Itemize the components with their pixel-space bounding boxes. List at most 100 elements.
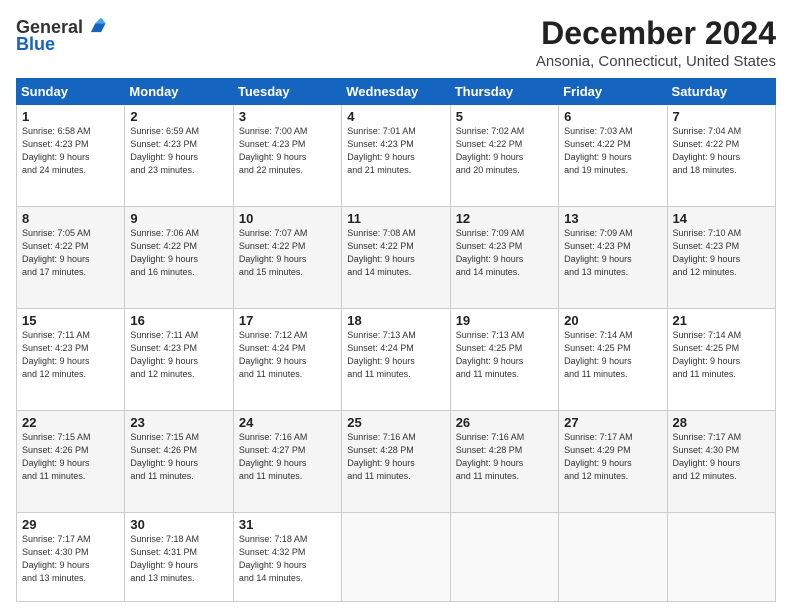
day-number: 12 [456,211,553,226]
day-number: 29 [22,517,119,532]
day-info: Sunrise: 7:11 AM Sunset: 4:23 PM Dayligh… [22,329,119,381]
day-info: Sunrise: 6:58 AM Sunset: 4:23 PM Dayligh… [22,125,119,177]
calendar-cell: 26Sunrise: 7:16 AM Sunset: 4:28 PM Dayli… [450,410,558,512]
calendar-cell: 1Sunrise: 6:58 AM Sunset: 4:23 PM Daylig… [17,105,125,207]
day-number: 16 [130,313,227,328]
calendar-day-header: Friday [559,79,667,105]
calendar-cell: 21Sunrise: 7:14 AM Sunset: 4:25 PM Dayli… [667,308,775,410]
day-info: Sunrise: 7:16 AM Sunset: 4:28 PM Dayligh… [347,431,444,483]
day-number: 2 [130,109,227,124]
header: General Blue December 2024 Ansonia, Conn… [16,16,776,70]
calendar-day-header: Saturday [667,79,775,105]
calendar-day-header: Thursday [450,79,558,105]
subtitle: Ansonia, Connecticut, United States [536,53,776,70]
day-number: 10 [239,211,336,226]
calendar-cell: 31Sunrise: 7:18 AM Sunset: 4:32 PM Dayli… [233,512,341,601]
day-info: Sunrise: 7:18 AM Sunset: 4:31 PM Dayligh… [130,533,227,585]
calendar-day-header: Sunday [17,79,125,105]
day-number: 21 [673,313,770,328]
day-number: 1 [22,109,119,124]
day-number: 27 [564,415,661,430]
calendar-cell: 22Sunrise: 7:15 AM Sunset: 4:26 PM Dayli… [17,410,125,512]
day-info: Sunrise: 7:08 AM Sunset: 4:22 PM Dayligh… [347,227,444,279]
calendar-cell: 8Sunrise: 7:05 AM Sunset: 4:22 PM Daylig… [17,207,125,309]
logo-blue: Blue [16,34,55,55]
day-info: Sunrise: 6:59 AM Sunset: 4:23 PM Dayligh… [130,125,227,177]
calendar-cell: 11Sunrise: 7:08 AM Sunset: 4:22 PM Dayli… [342,207,450,309]
day-info: Sunrise: 7:03 AM Sunset: 4:22 PM Dayligh… [564,125,661,177]
calendar-body: 1Sunrise: 6:58 AM Sunset: 4:23 PM Daylig… [17,105,776,602]
calendar-cell: 14Sunrise: 7:10 AM Sunset: 4:23 PM Dayli… [667,207,775,309]
day-number: 31 [239,517,336,532]
day-info: Sunrise: 7:00 AM Sunset: 4:23 PM Dayligh… [239,125,336,177]
logo-icon [85,16,107,38]
calendar-cell: 4Sunrise: 7:01 AM Sunset: 4:23 PM Daylig… [342,105,450,207]
day-number: 13 [564,211,661,226]
day-number: 19 [456,313,553,328]
day-number: 5 [456,109,553,124]
day-number: 14 [673,211,770,226]
day-info: Sunrise: 7:07 AM Sunset: 4:22 PM Dayligh… [239,227,336,279]
calendar-day-header: Monday [125,79,233,105]
calendar-cell: 9Sunrise: 7:06 AM Sunset: 4:22 PM Daylig… [125,207,233,309]
day-number: 20 [564,313,661,328]
day-number: 23 [130,415,227,430]
day-number: 25 [347,415,444,430]
day-info: Sunrise: 7:06 AM Sunset: 4:22 PM Dayligh… [130,227,227,279]
calendar-cell: 6Sunrise: 7:03 AM Sunset: 4:22 PM Daylig… [559,105,667,207]
calendar-cell: 15Sunrise: 7:11 AM Sunset: 4:23 PM Dayli… [17,308,125,410]
day-number: 8 [22,211,119,226]
page: General Blue December 2024 Ansonia, Conn… [0,0,792,612]
calendar-cell: 28Sunrise: 7:17 AM Sunset: 4:30 PM Dayli… [667,410,775,512]
day-info: Sunrise: 7:17 AM Sunset: 4:30 PM Dayligh… [673,431,770,483]
calendar-cell: 30Sunrise: 7:18 AM Sunset: 4:31 PM Dayli… [125,512,233,601]
calendar-cell: 29Sunrise: 7:17 AM Sunset: 4:30 PM Dayli… [17,512,125,601]
calendar-cell [342,512,450,601]
day-info: Sunrise: 7:10 AM Sunset: 4:23 PM Dayligh… [673,227,770,279]
day-info: Sunrise: 7:16 AM Sunset: 4:27 PM Dayligh… [239,431,336,483]
day-info: Sunrise: 7:17 AM Sunset: 4:30 PM Dayligh… [22,533,119,585]
day-info: Sunrise: 7:12 AM Sunset: 4:24 PM Dayligh… [239,329,336,381]
calendar-cell: 18Sunrise: 7:13 AM Sunset: 4:24 PM Dayli… [342,308,450,410]
calendar-cell: 17Sunrise: 7:12 AM Sunset: 4:24 PM Dayli… [233,308,341,410]
calendar-cell: 20Sunrise: 7:14 AM Sunset: 4:25 PM Dayli… [559,308,667,410]
day-info: Sunrise: 7:14 AM Sunset: 4:25 PM Dayligh… [564,329,661,381]
day-number: 6 [564,109,661,124]
day-info: Sunrise: 7:13 AM Sunset: 4:24 PM Dayligh… [347,329,444,381]
day-number: 17 [239,313,336,328]
day-info: Sunrise: 7:09 AM Sunset: 4:23 PM Dayligh… [564,227,661,279]
day-number: 30 [130,517,227,532]
calendar-cell: 16Sunrise: 7:11 AM Sunset: 4:23 PM Dayli… [125,308,233,410]
day-number: 11 [347,211,444,226]
day-info: Sunrise: 7:15 AM Sunset: 4:26 PM Dayligh… [22,431,119,483]
calendar-day-header: Tuesday [233,79,341,105]
day-number: 3 [239,109,336,124]
day-number: 9 [130,211,227,226]
calendar-cell: 27Sunrise: 7:17 AM Sunset: 4:29 PM Dayli… [559,410,667,512]
calendar-cell: 19Sunrise: 7:13 AM Sunset: 4:25 PM Dayli… [450,308,558,410]
day-number: 18 [347,313,444,328]
calendar-cell: 24Sunrise: 7:16 AM Sunset: 4:27 PM Dayli… [233,410,341,512]
day-info: Sunrise: 7:05 AM Sunset: 4:22 PM Dayligh… [22,227,119,279]
day-number: 4 [347,109,444,124]
calendar-cell: 5Sunrise: 7:02 AM Sunset: 4:22 PM Daylig… [450,105,558,207]
logo: General Blue [16,16,107,55]
title-block: December 2024 Ansonia, Connecticut, Unit… [536,16,776,70]
day-info: Sunrise: 7:15 AM Sunset: 4:26 PM Dayligh… [130,431,227,483]
calendar-cell [667,512,775,601]
day-number: 26 [456,415,553,430]
calendar-cell [450,512,558,601]
calendar-cell: 3Sunrise: 7:00 AM Sunset: 4:23 PM Daylig… [233,105,341,207]
day-info: Sunrise: 7:01 AM Sunset: 4:23 PM Dayligh… [347,125,444,177]
calendar-cell: 25Sunrise: 7:16 AM Sunset: 4:28 PM Dayli… [342,410,450,512]
day-info: Sunrise: 7:17 AM Sunset: 4:29 PM Dayligh… [564,431,661,483]
calendar-cell: 12Sunrise: 7:09 AM Sunset: 4:23 PM Dayli… [450,207,558,309]
calendar-header-row: SundayMondayTuesdayWednesdayThursdayFrid… [17,79,776,105]
day-info: Sunrise: 7:13 AM Sunset: 4:25 PM Dayligh… [456,329,553,381]
calendar-cell: 7Sunrise: 7:04 AM Sunset: 4:22 PM Daylig… [667,105,775,207]
day-number: 15 [22,313,119,328]
calendar-cell: 10Sunrise: 7:07 AM Sunset: 4:22 PM Dayli… [233,207,341,309]
day-number: 28 [673,415,770,430]
calendar-day-header: Wednesday [342,79,450,105]
day-info: Sunrise: 7:18 AM Sunset: 4:32 PM Dayligh… [239,533,336,585]
